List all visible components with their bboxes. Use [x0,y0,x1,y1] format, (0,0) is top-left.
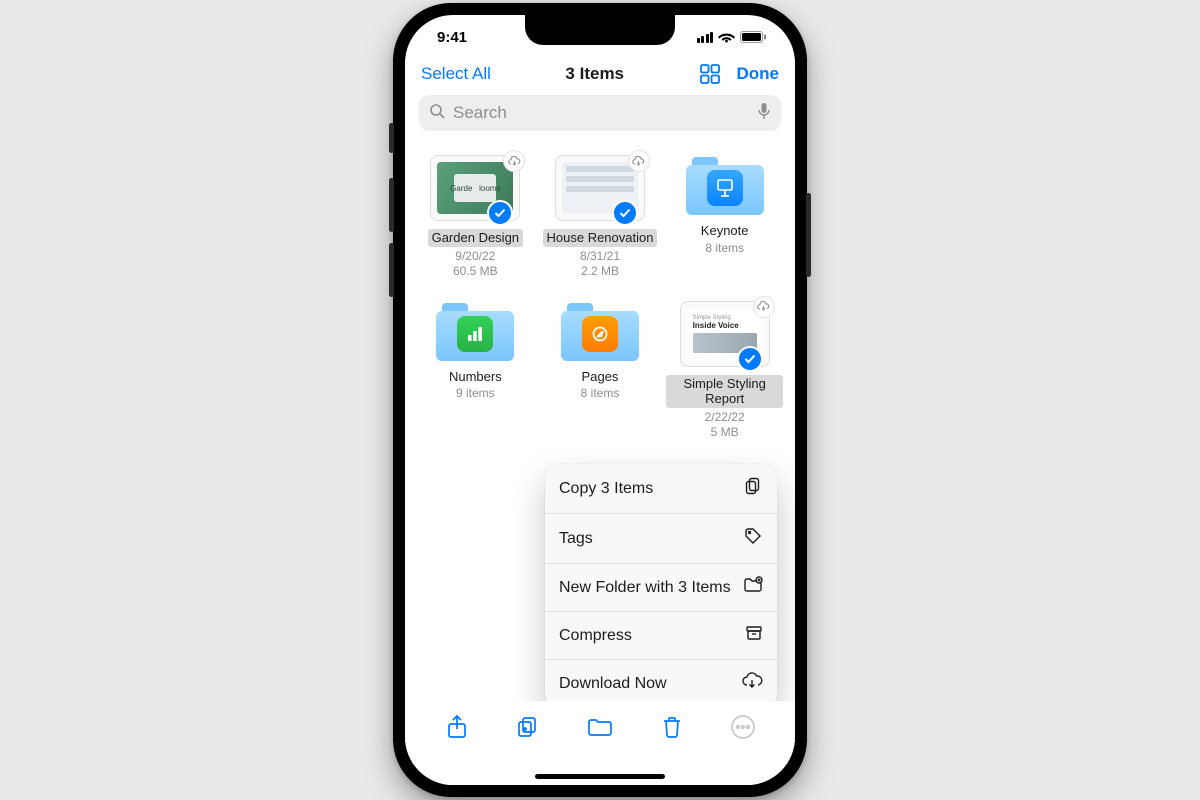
folder-icon [436,301,514,361]
select-all-button[interactable]: Select All [421,64,491,84]
search-input[interactable] [451,102,751,124]
status-indicators [697,31,768,43]
file-meta: 2/22/225 MB [705,410,745,440]
file-item-simple-styling-report[interactable]: Simple StylingInside Voice Simple Stylin… [666,301,783,440]
file-thumbnail: Garde looms [430,155,520,221]
screen: 9:41 Select All 3 Items Done [405,15,795,785]
file-grid: Garde looms Garden Design 9/20/2260.5 MB… [405,133,795,450]
nav-title: 3 Items [565,64,624,84]
folder-name: Pages [582,369,619,385]
selected-checkmark-icon [737,346,763,372]
home-indicator[interactable] [535,774,665,779]
keynote-app-icon [707,170,743,206]
menu-label: Download Now [559,675,667,693]
file-item-garden-design[interactable]: Garde looms Garden Design 9/20/2260.5 MB [417,155,534,279]
search-bar[interactable] [419,95,781,131]
folder-name: Keynote [701,223,749,239]
cloud-download-icon [741,672,763,695]
done-button[interactable]: Done [737,64,780,84]
folder-meta: 9 items [456,386,495,401]
numbers-app-icon [457,316,493,352]
battery-icon [740,31,767,43]
folder-item-numbers[interactable]: Numbers 9 items [417,301,534,440]
menu-item-download[interactable]: Download Now [545,660,777,707]
menu-item-compress[interactable]: Compress [545,612,777,660]
delete-button[interactable] [658,713,686,741]
cloud-download-icon [753,296,775,318]
view-mode-icon[interactable] [699,63,721,85]
bottom-toolbar [405,701,795,785]
file-name: House Renovation [543,229,658,247]
menu-label: New Folder with 3 Items [559,579,731,597]
folder-icon [686,155,764,215]
tag-icon [743,526,763,551]
folder-name: Numbers [449,369,502,385]
duplicate-button[interactable] [514,713,542,741]
cloud-download-icon [503,150,525,172]
file-name: Simple Styling Report [666,375,783,408]
file-thumbnail [555,155,645,221]
iphone-device-frame: 9:41 Select All 3 Items Done [393,3,807,797]
folder-item-pages[interactable]: Pages 8 items [542,301,659,440]
nav-bar: Select All 3 Items Done [405,59,795,91]
selected-checkmark-icon [612,200,638,226]
menu-item-copy[interactable]: Copy 3 Items [545,464,777,514]
search-icon [429,103,445,124]
notch [525,15,675,45]
file-meta: 8/31/212.2 MB [580,249,620,279]
wifi-icon [718,31,735,43]
pages-app-icon [582,316,618,352]
file-name: Garden Design [428,229,523,247]
cellular-icon [697,32,714,43]
more-button[interactable] [729,713,757,741]
file-thumbnail: Simple StylingInside Voice [680,301,770,367]
new-folder-icon [743,576,763,599]
menu-label: Copy 3 Items [559,480,653,498]
menu-item-new-folder[interactable]: New Folder with 3 Items [545,564,777,612]
folder-meta: 8 items [705,241,744,256]
archive-icon [745,624,763,647]
mic-icon[interactable] [757,102,771,125]
file-meta: 9/20/2260.5 MB [453,249,498,279]
context-menu: Copy 3 Items Tags New Folder with 3 Item… [545,464,777,707]
file-item-house-renovation[interactable]: House Renovation 8/31/212.2 MB [542,155,659,279]
copy-icon [743,476,763,501]
cloud-download-icon [628,150,650,172]
folder-item-keynote[interactable]: Keynote 8 items [666,155,783,279]
share-button[interactable] [443,713,471,741]
selected-checkmark-icon [487,200,513,226]
status-time: 9:41 [437,29,467,46]
folder-meta: 8 items [581,386,620,401]
menu-label: Compress [559,627,632,645]
menu-label: Tags [559,530,593,548]
move-button[interactable] [586,713,614,741]
folder-icon [561,301,639,361]
menu-item-tags[interactable]: Tags [545,514,777,564]
